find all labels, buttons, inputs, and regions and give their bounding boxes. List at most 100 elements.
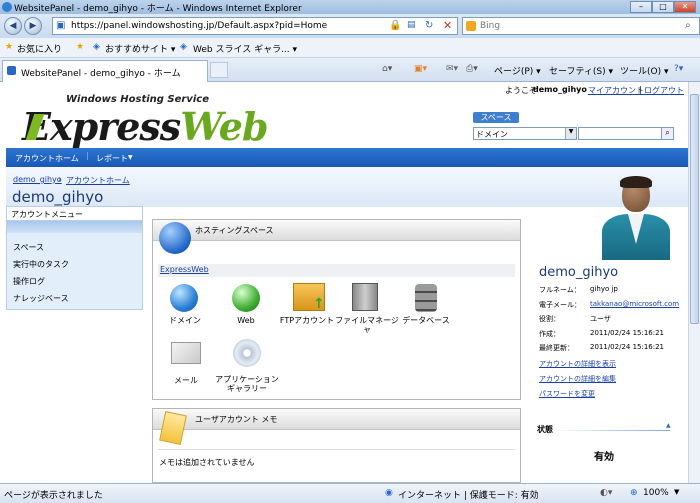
window-title-bar: WebsitePanel - demo_gihyo - ホーム - Window… [0, 0, 700, 14]
page-content: Windows Hosting Service ExpressWeb ようこそ … [0, 82, 688, 483]
role-value: ユーザ [590, 315, 611, 323]
forward-button[interactable]: ▶ [24, 17, 42, 35]
address-toolbar: ◀ ▶ ▣ https://panel.windowshosting.jp/De… [0, 14, 700, 38]
domain-search-input[interactable] [578, 127, 662, 140]
stop-icon[interactable]: ✕ [443, 19, 452, 32]
zone-text: インターネット | 保護モード: 有効 [398, 491, 539, 501]
domain-search-icon[interactable]: ⌕ [661, 127, 674, 140]
menu-item-running-tasks[interactable]: 実行中のタスク [13, 259, 69, 270]
tools-menu[interactable]: ツール(O) ▾ [620, 64, 669, 77]
space-name-link[interactable]: ExpressWeb [160, 265, 209, 274]
web-globe-icon[interactable] [232, 284, 260, 312]
page-icon: ▣ [56, 20, 66, 31]
recommended-sites-icon: ◈ [93, 42, 100, 52]
lock-icon[interactable]: 🔒 [389, 20, 401, 31]
breadcrumb-bar [6, 167, 688, 207]
compat-view-icon[interactable]: ▤ [407, 20, 416, 30]
search-engine-label: Bing [480, 21, 501, 31]
domain-select[interactable]: ドメイン ▼ [473, 127, 577, 140]
menu-item-spaces[interactable]: スペース [13, 242, 44, 253]
zoom-icon[interactable]: ⊕ [630, 488, 638, 498]
breadcrumb-home[interactable]: アカウントホーム [66, 175, 130, 186]
file-manager-label[interactable]: ファイルマネージャ [335, 316, 399, 334]
address-bar[interactable]: ▣ https://panel.windowshosting.jp/Defaul… [52, 17, 458, 35]
file-manager-icon[interactable] [352, 283, 378, 311]
status-value: 有効 [594, 452, 614, 463]
feeds-icon[interactable]: ▣▾ [414, 64, 427, 74]
ftp-arrow-icon: ↑ [313, 296, 325, 312]
mail-envelope-icon[interactable] [171, 342, 201, 364]
status-bar: ページが表示されました ◉ インターネット | 保護モード: 有効 ◐▾ ⊕ 1… [0, 483, 700, 503]
fullname-value: gihyo jp [590, 285, 618, 293]
favorites-button[interactable]: お気に入り [17, 42, 62, 55]
menu-item-audit-log[interactable]: 操作ログ [13, 276, 45, 287]
safety-menu[interactable]: セーフティ(S) ▾ [549, 64, 613, 77]
hosting-space-title: ホスティングスペース [195, 226, 274, 235]
scrollbar-thumb[interactable] [690, 94, 699, 324]
email-link[interactable]: takkanao@microsoft.com [590, 300, 679, 308]
mail-icon[interactable]: ✉▾ [446, 64, 458, 74]
maximize-button[interactable]: □ [652, 1, 674, 13]
nav-account-home[interactable]: アカウントホーム [15, 153, 79, 164]
app-gallery-disc-icon[interactable] [233, 339, 261, 367]
webslice-gallery-button[interactable]: Web スライス ギャラ... ▾ [193, 42, 297, 55]
breadcrumb-separator: › [58, 175, 62, 184]
search-box[interactable]: Bing ⌕ [462, 17, 700, 35]
user-memo-text: メモは追加されていません [159, 458, 255, 467]
user-memo-title: ユーザアカウント メモ [195, 415, 278, 424]
zone-settings-icon[interactable]: ◐▾ [600, 488, 612, 498]
avatar [598, 176, 670, 260]
account-menu-title: アカウントメニュー [7, 207, 142, 221]
my-account-link[interactable]: マイアカウント [588, 85, 644, 96]
window-title: WebsitePanel - demo_gihyo - ホーム - Window… [14, 4, 302, 14]
address-url: https://panel.windowshosting.jp/Default.… [71, 21, 328, 31]
page-menu[interactable]: ページ(P) ▾ [494, 64, 541, 77]
search-icon[interactable]: ⌕ [685, 20, 691, 31]
minimize-button[interactable]: – [630, 1, 652, 13]
change-password-link[interactable]: パスワードを変更 [539, 389, 595, 399]
recommended-sites-button[interactable]: おすすめサイト ▾ [105, 42, 175, 55]
domain-icon[interactable] [170, 284, 198, 312]
logout-link[interactable]: ログアウト [644, 85, 684, 96]
edit-account-details-link[interactable]: アカウントの詳細を編集 [539, 374, 616, 384]
back-button[interactable]: ◀ [4, 17, 22, 35]
menu-item-knowledge-base[interactable]: ナレッジベース [13, 293, 69, 304]
role-label: 役割： [539, 315, 560, 323]
breadcrumb-user[interactable]: demo_gihyo [13, 175, 62, 184]
close-window-button[interactable]: ✕ [674, 1, 696, 13]
ftp-label[interactable]: FTPアカウント [277, 316, 337, 325]
add-favorites-icon[interactable]: ★ [76, 42, 84, 52]
chevron-down-icon: ▼ [565, 128, 576, 139]
status-text: ページが表示されました [4, 491, 103, 501]
database-icon[interactable] [415, 284, 437, 312]
tab-websitepanel[interactable]: WebsitePanel - demo_gihyo - ホーム [2, 60, 208, 82]
vertical-scrollbar[interactable] [688, 82, 700, 483]
home-icon[interactable]: ⌂▾ [382, 64, 392, 74]
logo: ExpressWeb [22, 104, 269, 149]
domain-label[interactable]: ドメイン [155, 316, 215, 325]
page-title: demo_gihyo [12, 188, 104, 206]
nav-reports[interactable]: レポート [96, 153, 128, 164]
main-nav: アカウントホーム | レポート ▼ [6, 148, 688, 167]
user-memo-panel: ユーザアカウント メモ メモは追加されていません [152, 408, 521, 483]
space-tab-button[interactable]: スペース [473, 112, 519, 123]
new-tab-button[interactable] [210, 62, 228, 78]
collapse-icon[interactable]: ▲ [666, 422, 671, 429]
zoom-level[interactable]: 100% [643, 488, 669, 498]
app-gallery-label[interactable]: アプリケーションギャラリー [215, 375, 279, 393]
web-label[interactable]: Web [216, 316, 276, 325]
webslice-icon: ◈ [180, 42, 187, 52]
view-account-details-link[interactable]: アカウントの詳細を表示 [539, 359, 616, 369]
user-memo-header: ユーザアカウント メモ [153, 409, 520, 430]
database-label[interactable]: データベース [396, 316, 456, 325]
space-name-row: ExpressWeb [158, 264, 515, 277]
help-icon[interactable]: ?▾ [674, 64, 683, 74]
star-icon: ★ [5, 42, 14, 52]
internet-zone-icon: ◉ [385, 488, 393, 498]
zoom-chevron-icon[interactable]: ▼ [674, 488, 679, 496]
created-label: 作成： [539, 330, 560, 338]
account-menu: アカウントメニュー スペース 実行中のタスク 操作ログ ナレッジベース [6, 206, 143, 310]
mail-label[interactable]: メール [156, 376, 216, 385]
refresh-icon[interactable]: ↻ [425, 20, 433, 31]
print-icon[interactable]: ⎙▾ [466, 64, 478, 74]
